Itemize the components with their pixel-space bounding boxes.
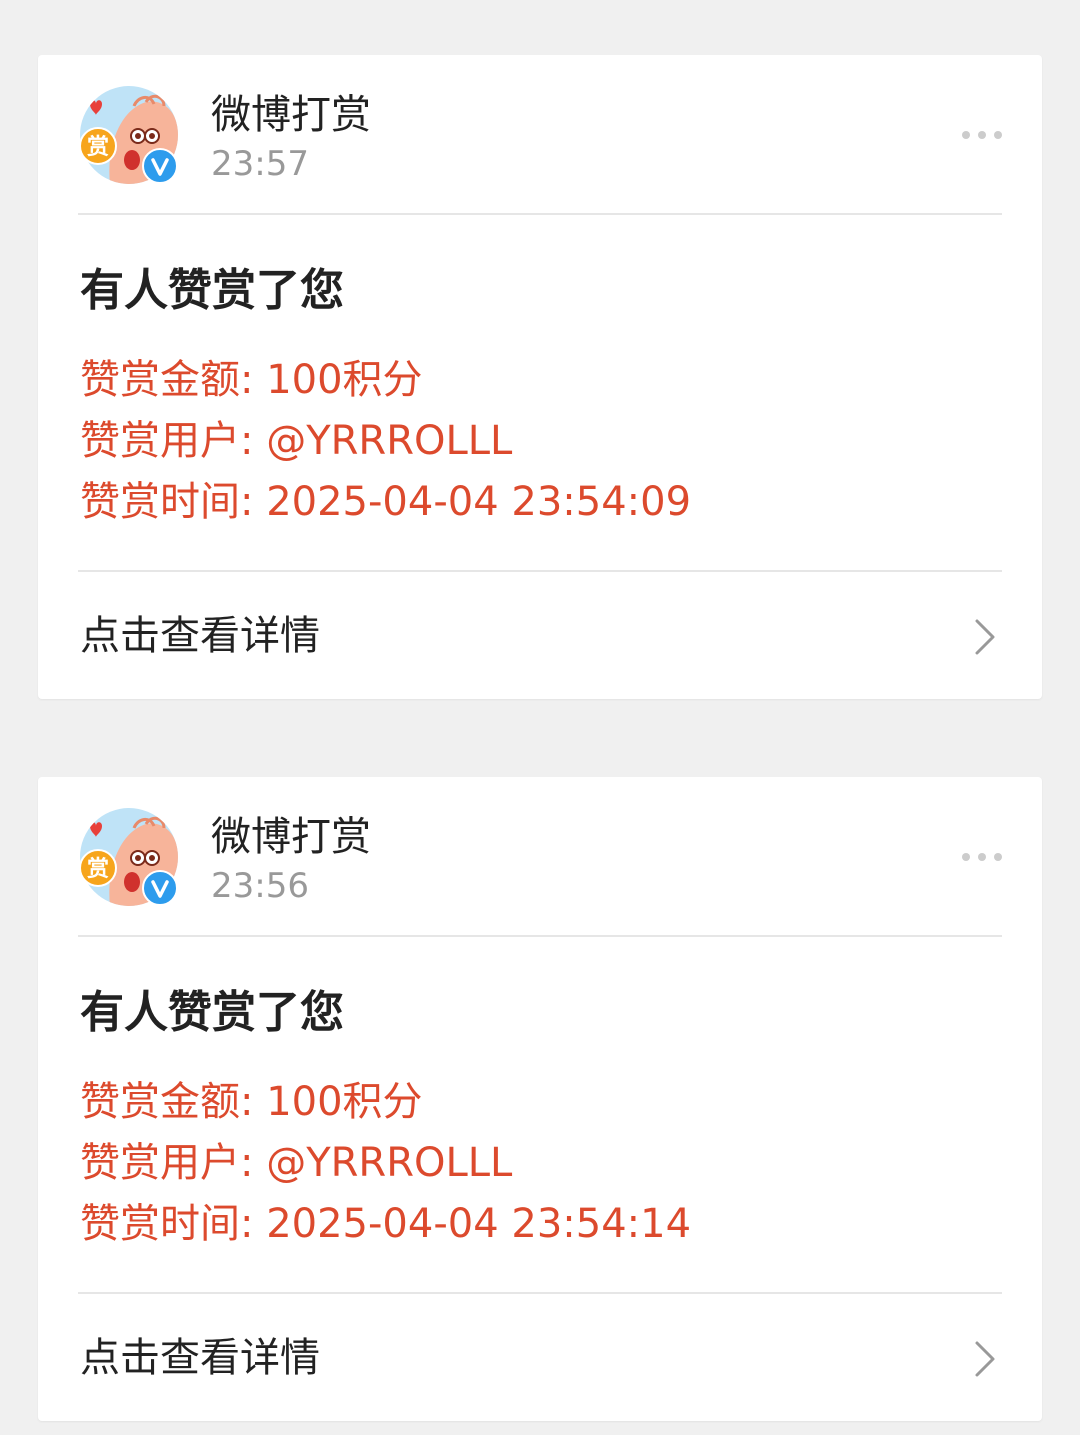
notice-title: 有人赞赏了您 — [80, 265, 344, 316]
reward-time: 赞赏时间: 2025-04-04 23:54:14 — [80, 1201, 692, 1247]
verified-badge-icon — [142, 870, 178, 906]
view-details-label: 点击查看详情 — [80, 1335, 320, 1381]
more-options-button[interactable] — [958, 839, 1006, 875]
header-divider — [78, 213, 1002, 215]
reward-user: 赞赏用户: @YRRROLLL — [80, 1140, 513, 1186]
message-time: 23:57 — [211, 144, 309, 184]
sender-name[interactable]: 微博打赏 — [211, 813, 371, 861]
avatar-coin-label: 赏 — [87, 857, 109, 882]
reward-amount: 赞赏金额: 100积分 — [80, 357, 423, 403]
more-options-button[interactable] — [958, 117, 1006, 153]
more-dots-icon — [962, 853, 1002, 861]
view-details-link[interactable]: 点击查看详情 — [38, 1294, 1042, 1421]
chevron-right-icon — [974, 618, 996, 656]
chevron-right-icon — [974, 1340, 996, 1378]
message-card: 赏 微博打赏 23:57 有人赞赏了您 赞赏金额: 100积分 赞赏用户: @Y… — [38, 55, 1042, 699]
header-divider — [78, 935, 1002, 937]
reward-amount: 赞赏金额: 100积分 — [80, 1079, 423, 1125]
more-dots-icon — [962, 131, 1002, 139]
view-details-label: 点击查看详情 — [80, 613, 320, 659]
sender-name[interactable]: 微博打赏 — [211, 91, 371, 139]
verified-badge-icon — [142, 148, 178, 184]
notice-title: 有人赞赏了您 — [80, 987, 344, 1038]
message-card: 赏 微博打赏 23:56 有人赞赏了您 赞赏金额: 100积分 赞赏用户: @Y… — [38, 777, 1042, 1421]
sender-avatar[interactable]: 赏 — [80, 808, 178, 906]
reward-time: 赞赏时间: 2025-04-04 23:54:09 — [80, 479, 692, 525]
sender-avatar[interactable]: 赏 — [80, 86, 178, 184]
reward-user: 赞赏用户: @YRRROLLL — [80, 418, 513, 464]
view-details-link[interactable]: 点击查看详情 — [38, 572, 1042, 699]
message-time: 23:56 — [211, 866, 309, 906]
avatar-coin-label: 赏 — [87, 135, 109, 160]
